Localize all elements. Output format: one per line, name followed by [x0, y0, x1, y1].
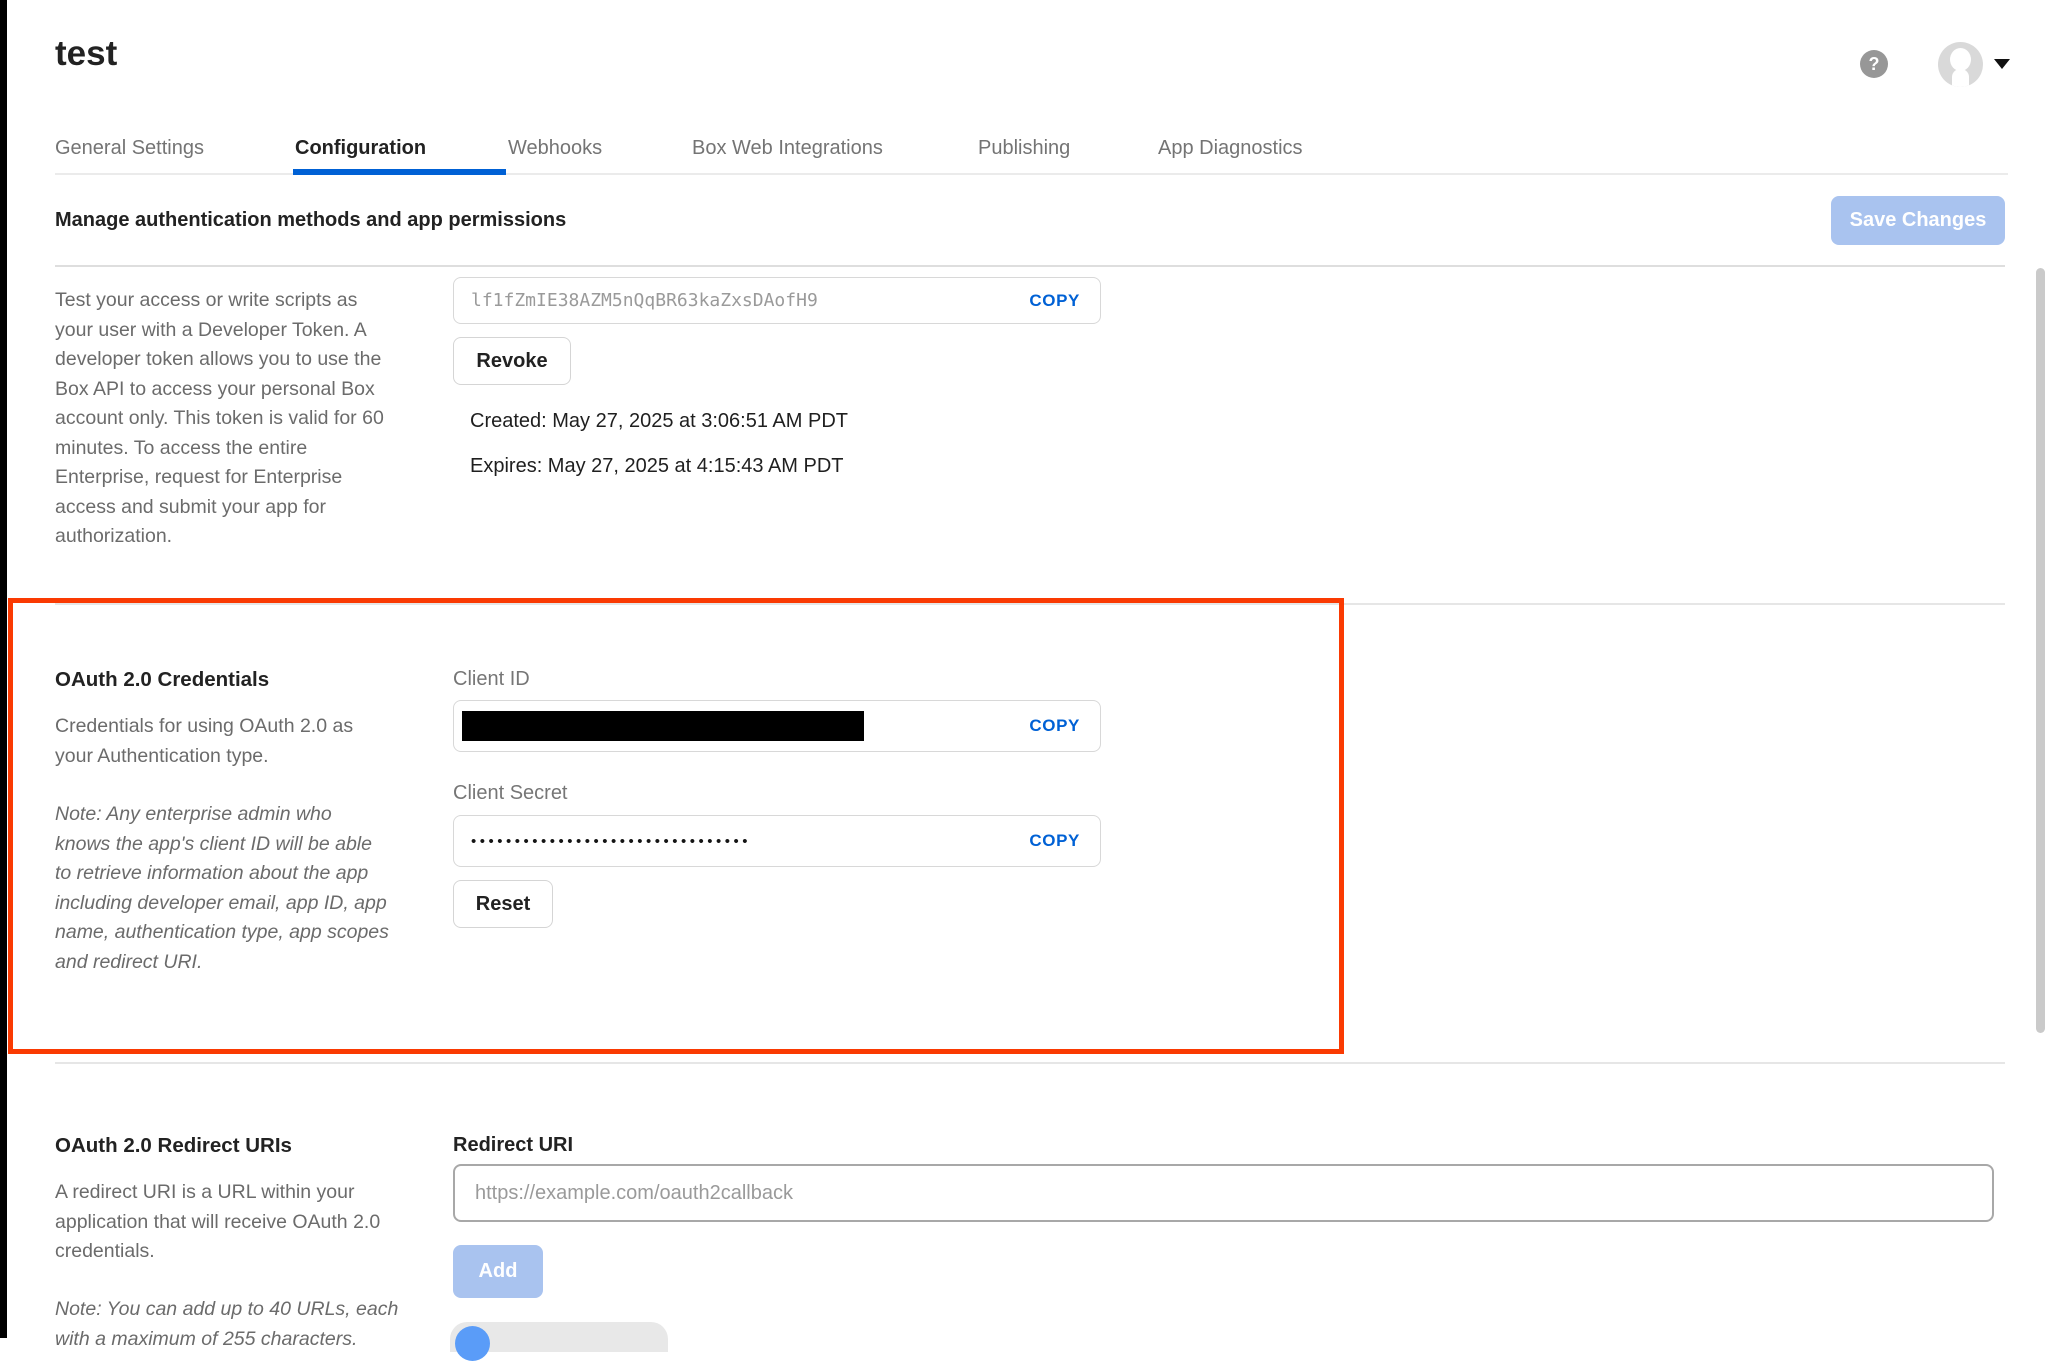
oauth-credentials-note: Note: Any enterprise admin who knows the…	[55, 800, 420, 977]
vertical-scrollbar-thumb[interactable]	[2036, 268, 2045, 1033]
avatar-torso-icon	[1952, 69, 1969, 87]
tab-configuration[interactable]: Configuration	[295, 137, 426, 160]
client-secret-label: Client Secret	[453, 782, 568, 805]
account-menu-caret-icon[interactable]	[1994, 59, 2010, 69]
client-secret-field: •••••••••••••••••••••••••••••••• COPY	[453, 815, 1101, 867]
redirect-uris-description: A redirect URI is a URL within your appl…	[55, 1178, 420, 1267]
divider	[55, 603, 2005, 605]
redirect-uri-label: Redirect URI	[453, 1134, 573, 1157]
redirect-uris-heading: OAuth 2.0 Redirect URIs	[55, 1134, 292, 1158]
client-id-label: Client ID	[453, 668, 530, 691]
divider	[55, 1062, 2005, 1064]
partial-toggle-row[interactable]	[450, 1322, 668, 1352]
tab-box-web-integrations[interactable]: Box Web Integrations	[692, 137, 883, 160]
tab-webhooks[interactable]: Webhooks	[508, 137, 602, 160]
help-icon[interactable]: ?	[1860, 50, 1888, 78]
redirect-uris-note: Note: You can add up to 40 URLs, each wi…	[55, 1295, 420, 1354]
oauth-credentials-description: Credentials for using OAuth 2.0 as your …	[55, 712, 420, 771]
tab-general-settings[interactable]: General Settings	[55, 137, 204, 160]
developer-token-value: lf1fZmIE38AZM5nQqBR63kaZxsDAofH9	[454, 290, 818, 311]
token-expires-text: Expires: May 27, 2025 at 4:15:43 AM PDT	[470, 455, 844, 478]
toggle-knob-icon	[455, 1326, 490, 1361]
client-id-field: COPY	[453, 700, 1101, 752]
oauth-credentials-heading: OAuth 2.0 Credentials	[55, 668, 269, 692]
reset-button[interactable]: Reset	[453, 880, 553, 928]
developer-token-field: lf1fZmIE38AZM5nQqBR63kaZxsDAofH9 COPY	[453, 277, 1101, 324]
screen-edge-bar	[0, 0, 7, 1338]
client-id-redaction	[462, 711, 864, 741]
redirect-uri-input[interactable]	[453, 1164, 1994, 1222]
section-toolbar-heading: Manage authentication methods and app pe…	[55, 209, 566, 232]
user-avatar[interactable]	[1938, 42, 1983, 87]
developer-token-description: Test your access or write scripts as you…	[55, 286, 420, 552]
active-tab-underline	[293, 169, 506, 175]
divider	[55, 265, 2005, 267]
tab-app-diagnostics[interactable]: App Diagnostics	[1158, 137, 1303, 160]
avatar-head-icon	[1950, 48, 1971, 71]
copy-token-button[interactable]: COPY	[1029, 291, 1100, 311]
add-redirect-uri-button[interactable]: Add	[453, 1245, 543, 1298]
client-secret-masked-value: ••••••••••••••••••••••••••••••••	[454, 833, 751, 850]
tab-publishing[interactable]: Publishing	[978, 137, 1070, 160]
save-changes-button[interactable]: Save Changes	[1831, 196, 2005, 245]
copy-client-secret-button[interactable]: COPY	[1029, 831, 1100, 851]
token-created-text: Created: May 27, 2025 at 3:06:51 AM PDT	[470, 410, 848, 433]
app-title: test	[55, 34, 117, 74]
copy-client-id-button[interactable]: COPY	[1029, 716, 1100, 736]
revoke-button[interactable]: Revoke	[453, 337, 571, 385]
